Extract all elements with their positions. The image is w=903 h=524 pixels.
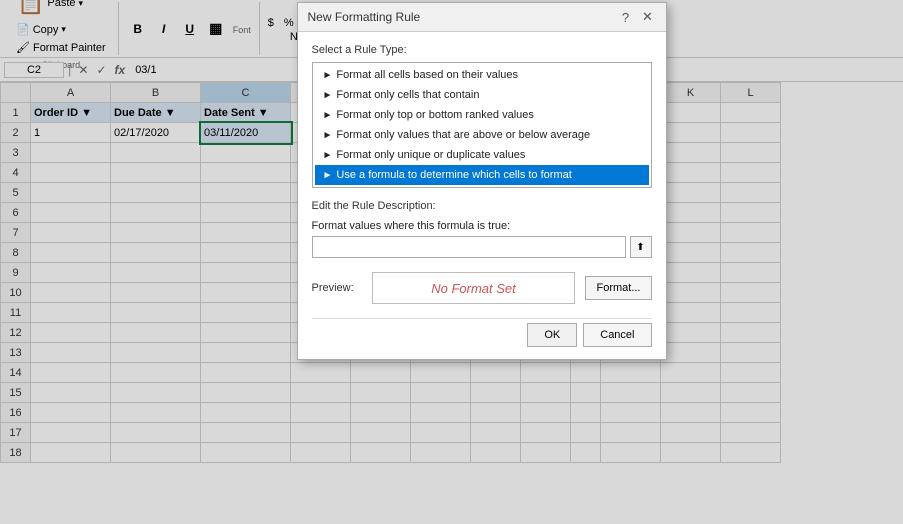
rule-type-item-1[interactable]: ► Format only cells that contain [315,85,649,105]
modal-close-button[interactable]: ✕ [640,9,656,25]
formula-section-label: Format values where this formula is true… [312,220,652,232]
formula-ref-button[interactable]: ⬆ [630,236,652,258]
rule-type-label-4: Format only unique or duplicate values [336,149,525,161]
select-rule-label: Select a Rule Type: [312,44,652,56]
modal-controls: ? ✕ [618,9,656,25]
formula-row: ⬆ [312,236,652,258]
modal-title: New Formatting Rule [308,10,421,24]
rule-arrow-4: ► [323,150,333,161]
rule-type-label-3: Format only values that are above or bel… [336,129,590,141]
preview-box: No Format Set [372,272,576,304]
preview-label: Preview: [312,282,362,294]
modal-overlay: New Formatting Rule ? ✕ Select a Rule Ty… [0,0,903,524]
rule-arrow-1: ► [323,90,333,101]
edit-rule-label: Edit the Rule Description: [312,200,652,212]
rule-type-list: ► Format all cells based on their values… [312,62,652,188]
rule-type-item-5[interactable]: ► Use a formula to determine which cells… [315,165,649,185]
ok-button[interactable]: OK [527,323,577,347]
rule-arrow-3: ► [323,130,333,141]
preview-row: Preview: No Format Set Format... [312,272,652,304]
rule-type-item-3[interactable]: ► Format only values that are above or b… [315,125,649,145]
modal-footer: OK Cancel [312,318,652,347]
rule-type-label-1: Format only cells that contain [336,89,479,101]
rule-type-label-0: Format all cells based on their values [336,69,518,81]
no-format-label: No Format Set [431,281,516,296]
rule-type-label-5: Use a formula to determine which cells t… [336,169,571,181]
format-button[interactable]: Format... [585,276,651,300]
rule-arrow-2: ► [323,110,333,121]
rule-type-item-0[interactable]: ► Format all cells based on their values [315,65,649,85]
rule-type-item-2[interactable]: ► Format only top or bottom ranked value… [315,105,649,125]
formula-ref-icon: ⬆ [636,242,644,253]
rule-type-item-4[interactable]: ► Format only unique or duplicate values [315,145,649,165]
cancel-button[interactable]: Cancel [583,323,651,347]
rule-type-label-2: Format only top or bottom ranked values [336,109,533,121]
modal-help-button[interactable]: ? [618,9,634,25]
rule-arrow-0: ► [323,70,333,81]
modal-body: Select a Rule Type: ► Format all cells b… [298,32,666,359]
modal-titlebar: New Formatting Rule ? ✕ [298,3,666,32]
rule-arrow-5: ► [323,170,333,181]
new-formatting-rule-dialog: New Formatting Rule ? ✕ Select a Rule Ty… [297,2,667,360]
formula-text-input[interactable] [312,236,626,258]
